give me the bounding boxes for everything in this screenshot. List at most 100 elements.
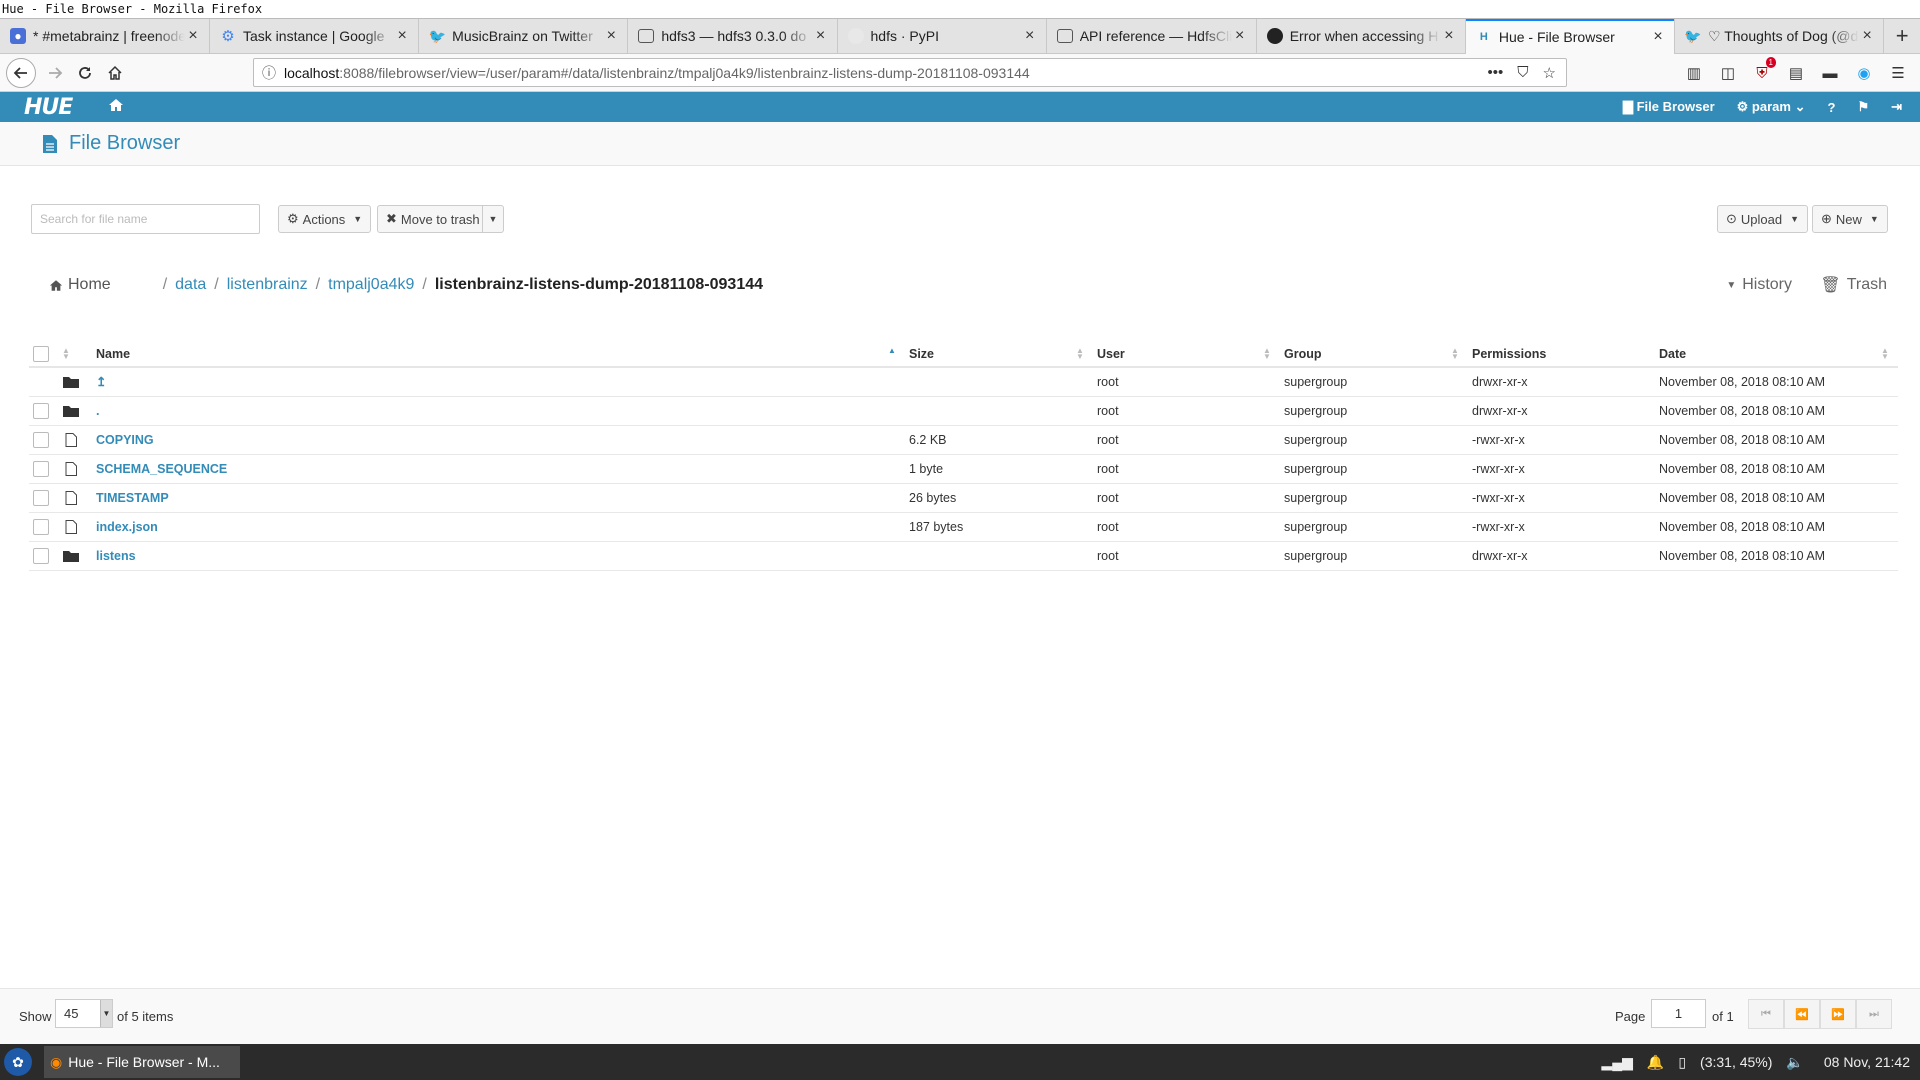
- breadcrumb-item[interactable]: data: [175, 276, 206, 294]
- browser-tab[interactable]: hdfs3 — hdfs3 0.3.0 do ×: [628, 19, 838, 53]
- close-icon[interactable]: ×: [813, 27, 829, 45]
- search-input[interactable]: [31, 204, 260, 234]
- actions-button[interactable]: ⚙ Actions ▼: [278, 205, 372, 233]
- file-name-link[interactable]: .: [96, 404, 99, 418]
- reload-button[interactable]: [70, 58, 100, 88]
- column-header-group[interactable]: Group ▲ ▼: [1280, 342, 1468, 368]
- browser-tab[interactable]: ⚙ Task instance | Google ×: [210, 19, 420, 53]
- select-all-checkbox[interactable]: [33, 346, 49, 362]
- volume-icon[interactable]: 🔈: [1786, 1054, 1803, 1071]
- table-row[interactable]: SCHEMA_SEQUENCE 1 byte root supergroup -rwxr…: [29, 454, 1898, 484]
- browser-tab[interactable]: 🐦 ♡ Thoughts of Dog (@d ×: [1675, 19, 1885, 53]
- info-icon[interactable]: ⓘ: [254, 63, 284, 83]
- back-button[interactable]: [6, 57, 36, 88]
- clock[interactable]: 08 Nov, 21:42: [1824, 1054, 1910, 1070]
- close-icon[interactable]: ×: [1022, 27, 1038, 45]
- library-icon[interactable]: ▥: [1684, 63, 1704, 83]
- battery-icon[interactable]: ▯: [1678, 1054, 1686, 1071]
- network-icon[interactable]: ▂▄▆: [1601, 1054, 1632, 1071]
- close-icon[interactable]: ×: [603, 27, 619, 45]
- file-name-cell[interactable]: TIMESTAMP: [79, 483, 905, 513]
- file-name-link[interactable]: SCHEMA_SEQUENCE: [96, 462, 227, 476]
- close-icon[interactable]: ×: [394, 27, 410, 45]
- breadcrumb-current[interactable]: listenbrainz-listens-dump-20181108-09314…: [435, 276, 763, 294]
- taskbar-window-button[interactable]: ◉ Hue - File Browser - M...: [44, 1046, 240, 1078]
- next-page-button[interactable]: ⏩: [1820, 999, 1856, 1029]
- extension-icon[interactable]: ▤: [1786, 63, 1806, 83]
- row-checkbox[interactable]: [33, 402, 49, 419]
- row-checkbox[interactable]: [33, 547, 49, 564]
- browser-tab[interactable]: Error when accessing H ×: [1257, 19, 1466, 53]
- file-name-cell[interactable]: SCHEMA_SEQUENCE: [79, 454, 905, 484]
- row-checkbox[interactable]: [33, 431, 49, 448]
- row-checkbox[interactable]: [33, 460, 49, 477]
- column-header-user[interactable]: User ▲ ▼: [1093, 342, 1280, 368]
- sort-icon[interactable]: ▲ ▼: [1880, 347, 1890, 361]
- file-name-cell[interactable]: listens: [79, 541, 905, 571]
- close-icon[interactable]: ×: [185, 27, 201, 45]
- file-name-link[interactable]: COPYING: [96, 433, 154, 447]
- file-name-cell[interactable]: ↥: [79, 367, 905, 397]
- history-button[interactable]: ▼ History: [1726, 274, 1792, 296]
- trash-options-dropdown[interactable]: ▼: [482, 205, 504, 233]
- help-icon[interactable]: ?: [1827, 100, 1835, 115]
- ublock-icon[interactable]: ⛨ 1: [1752, 57, 1776, 83]
- page-number-input[interactable]: 1: [1651, 999, 1706, 1028]
- first-page-button[interactable]: ⏮: [1748, 999, 1784, 1029]
- star-icon[interactable]: ☆: [1543, 64, 1556, 82]
- file-name-cell[interactable]: .: [79, 396, 905, 426]
- new-tab-button[interactable]: +: [1884, 19, 1920, 53]
- home-button[interactable]: [100, 58, 130, 88]
- browser-tab[interactable]: API reference — HdfsCli ×: [1047, 19, 1257, 53]
- close-icon[interactable]: ×: [1859, 27, 1875, 45]
- file-browser-link[interactable]: ▇ File Browser: [1623, 99, 1715, 115]
- move-to-trash-button[interactable]: ✖ Move to trash: [377, 205, 489, 233]
- sort-icon[interactable]: ▲ ▼: [1450, 347, 1460, 361]
- sort-icon[interactable]: ▲: [887, 347, 897, 355]
- column-header-size[interactable]: Size ▲ ▼: [905, 342, 1093, 368]
- table-row[interactable]: . root supergroup drwxr-xr-x November 08, 20…: [29, 396, 1898, 426]
- extension-icon[interactable]: ▬: [1820, 63, 1840, 83]
- file-name-link[interactable]: listens: [96, 549, 136, 563]
- sort-icon[interactable]: ▲ ▼: [1075, 347, 1085, 361]
- breadcrumb-home[interactable]: Home: [49, 276, 111, 294]
- close-icon[interactable]: ×: [1441, 27, 1457, 45]
- url-bar[interactable]: ⓘ localhost:8088/filebrowser/view=/user/…: [253, 58, 1567, 87]
- flag-icon[interactable]: ⚑: [1857, 99, 1869, 115]
- page-size-select[interactable]: 45 ▼: [55, 999, 113, 1028]
- start-menu-icon[interactable]: ✿: [4, 1048, 32, 1076]
- file-name-cell[interactable]: index.json: [79, 512, 905, 542]
- table-row[interactable]: COPYING 6.2 KB root supergroup -rwxr-xr-x Nov…: [29, 425, 1898, 455]
- menu-icon[interactable]: ☰: [1888, 63, 1908, 83]
- file-name-link[interactable]: TIMESTAMP: [96, 491, 169, 505]
- page-actions-icon[interactable]: •••: [1488, 64, 1504, 81]
- browser-tab[interactable]: ● * #metabrainz | freenode ×: [0, 19, 210, 53]
- previous-page-button[interactable]: ⏪: [1784, 999, 1820, 1029]
- browser-tab-active[interactable]: H Hue - File Browser ×: [1465, 19, 1676, 54]
- upload-button[interactable]: ⊙ Upload ▼: [1717, 205, 1809, 233]
- column-header-permissions[interactable]: Permissions: [1468, 342, 1655, 368]
- notification-icon[interactable]: 🔔: [1647, 1054, 1664, 1071]
- user-menu[interactable]: ⚙ param ⌄: [1737, 99, 1806, 115]
- trash-button[interactable]: 🗑 Trash: [1820, 274, 1887, 296]
- pocket-icon[interactable]: ⛉: [1517, 64, 1528, 81]
- sort-icon[interactable]: ▲ ▼: [61, 347, 71, 361]
- breadcrumb-item[interactable]: listenbrainz: [227, 276, 308, 294]
- row-checkbox[interactable]: [33, 518, 49, 535]
- last-page-button[interactable]: ⏭: [1856, 999, 1892, 1029]
- row-checkbox[interactable]: [33, 489, 49, 506]
- column-header-name[interactable]: Name ▲: [79, 342, 905, 368]
- home-icon[interactable]: [108, 98, 124, 117]
- new-button[interactable]: ⊕ New ▼: [1812, 205, 1888, 233]
- table-row[interactable]: ↥ root supergroup drwxr-xr-x November 08, 20…: [29, 367, 1898, 397]
- hue-logo[interactable]: HUE: [24, 95, 73, 120]
- file-name-link[interactable]: ↥: [96, 375, 106, 389]
- breadcrumb-item[interactable]: tmpalj0a4k9: [328, 276, 414, 294]
- forward-button[interactable]: [40, 58, 70, 88]
- close-icon[interactable]: ×: [1650, 28, 1666, 46]
- logout-icon[interactable]: ⇥: [1891, 99, 1902, 115]
- table-row[interactable]: listens root supergroup drwxr-xr-x November …: [29, 541, 1898, 571]
- file-name-link[interactable]: index.json: [96, 520, 158, 534]
- sort-icon[interactable]: ▲ ▼: [1262, 347, 1272, 361]
- file-name-cell[interactable]: COPYING: [79, 425, 905, 455]
